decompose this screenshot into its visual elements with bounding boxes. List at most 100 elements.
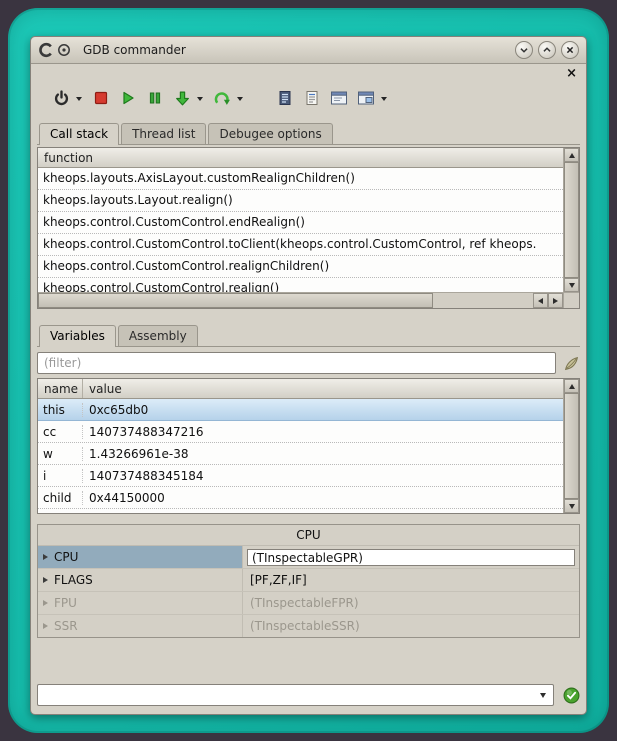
tab-call-stack[interactable]: Call stack [39,123,119,145]
scroll-down-button[interactable] [564,278,579,292]
call-stack-hscrollbar[interactable] [38,292,579,308]
call-stack-row[interactable]: kheops.layouts.Layout.realign() [38,190,563,212]
view-messages-button[interactable] [302,88,322,108]
pause-button[interactable] [145,88,165,108]
hscroll-thumb[interactable] [38,293,433,308]
call-stack-row[interactable]: kheops.control.CustomControl.realignChil… [38,256,563,278]
variable-name: i [38,469,83,483]
tab-debugee-options[interactable]: Debugee options [208,123,332,144]
arrow-down-icon [569,504,575,509]
cpu-value-edit[interactable]: (TInspectableGPR) [247,549,575,566]
mid-tabbar: Variables Assembly [37,321,580,347]
variables-list: name value this 0xc65db0 cc 140737488347… [37,378,580,514]
filter-input[interactable] [37,352,556,374]
scroll-up-button[interactable] [564,379,579,393]
stop-button[interactable] [91,88,111,108]
call-stack-row[interactable]: kheops.control.CustomControl.endRealign(… [38,212,563,234]
gdb-command-combobox[interactable] [37,684,554,706]
run-button[interactable] [118,88,138,108]
view-messages-icon [304,90,320,106]
vscroll-thumb[interactable] [564,162,579,278]
arrow-up-icon [569,384,575,389]
step-over-icon [214,90,231,107]
column-header-function[interactable]: function [38,148,93,167]
arrow-left-icon [538,298,543,304]
scroll-right-button[interactable] [548,293,563,308]
power-dropdown-button[interactable] [74,88,84,108]
cpu-row-name[interactable]: SSR [38,615,243,637]
dropdown-icon [76,97,82,101]
call-stack-vscrollbar[interactable] [563,148,579,292]
expander-icon[interactable] [43,600,48,606]
tab-thread-list[interactable]: Thread list [121,123,206,144]
tab-assembly[interactable]: Assembly [118,325,198,346]
combo-dropdown-button[interactable] [533,685,553,705]
call-stack-row[interactable]: kheops.layouts.AxisLayout.customRealignC… [38,168,563,190]
tab-variables[interactable]: Variables [39,325,116,347]
variable-value: 1.43266961e-38 [83,447,563,461]
cpu-row-value: (TInspectableSSR) [243,615,579,637]
cpu-row-label: FPU [54,596,77,610]
variable-row[interactable]: child 0x44150000 [38,487,563,509]
variable-value: 1.43266961e-38 [83,513,563,514]
variable-value: 140737488347216 [83,425,563,439]
variable-value: 0x44150000 [83,491,563,505]
gdb-commander-window: GDB commander × [30,36,587,715]
variable-value: 0xc65db0 [83,403,563,417]
cpu-row-ssr[interactable]: SSR (TInspectableSSR) [38,615,579,637]
close-button[interactable] [561,41,579,59]
scroll-down-button[interactable] [564,499,579,513]
titlebar[interactable]: GDB commander [31,37,586,64]
view-window-button[interactable] [329,88,349,108]
expander-icon[interactable] [43,554,48,560]
variable-row[interactable]: cc 140737488347216 [38,421,563,443]
arrow-down-icon [569,283,575,288]
cpu-row-name[interactable]: CPU [38,546,243,568]
power-icon [53,90,70,107]
call-stack-row[interactable]: kheops.control.CustomControl.realign() [38,278,563,292]
step-into-button[interactable] [172,88,192,108]
shade-icon [517,43,531,57]
step-into-dropdown-button[interactable] [195,88,205,108]
cpu-row-fpu[interactable]: FPU (TInspectableFPR) [38,592,579,615]
view-options-dropdown-button[interactable] [379,88,389,108]
scroll-left-button[interactable] [533,293,548,308]
filter-row [37,352,580,374]
cpu-row-name[interactable]: FPU [38,592,243,614]
shade-button[interactable] [515,41,533,59]
hscroll-trough[interactable] [433,293,533,308]
expander-icon[interactable] [43,623,48,629]
panel-close-button[interactable]: × [563,67,580,80]
send-command-button[interactable] [562,686,580,704]
call-stack-row[interactable]: kheops.control.CustomControl.toClient(kh… [38,234,563,256]
column-header-value[interactable]: value [83,379,122,398]
variable-row[interactable]: this 0xc65db0 [38,399,563,421]
unshade-button[interactable] [538,41,556,59]
variable-row[interactable]: w 1.43266961e-38 [38,443,563,465]
quill-icon[interactable] [563,355,580,372]
window-menu-icon[interactable] [57,43,71,57]
view-options-button[interactable] [356,88,376,108]
cpu-row-name[interactable]: FLAGS [38,569,243,591]
cpu-row-value: [PF,ZF,IF] [243,569,579,591]
step-over-dropdown-button[interactable] [235,88,245,108]
dropdown-icon [381,97,387,101]
variable-row[interactable]: b 1.43266961e-38 [38,509,563,513]
vscroll-thumb[interactable] [564,393,579,499]
variable-row[interactable]: i 140737488345184 [38,465,563,487]
step-over-button[interactable] [212,88,232,108]
variable-name: this [38,403,83,417]
cpu-row-gpr[interactable]: CPU (TInspectableGPR) [38,546,579,569]
variable-name: w [38,447,83,461]
gdb-command-input[interactable] [38,688,533,702]
variables-vscrollbar[interactable] [563,379,579,513]
column-header-name[interactable]: name [38,379,83,398]
expander-icon[interactable] [43,577,48,583]
view-source-button[interactable] [275,88,295,108]
power-button[interactable] [51,88,71,108]
cpu-row-flags[interactable]: FLAGS [PF,ZF,IF] [38,569,579,592]
variable-name: b [38,513,83,514]
call-stack-rows: function kheops.layouts.AxisLayout.custo… [38,148,563,292]
scroll-up-button[interactable] [564,148,579,162]
cpu-row-label: CPU [54,550,78,564]
